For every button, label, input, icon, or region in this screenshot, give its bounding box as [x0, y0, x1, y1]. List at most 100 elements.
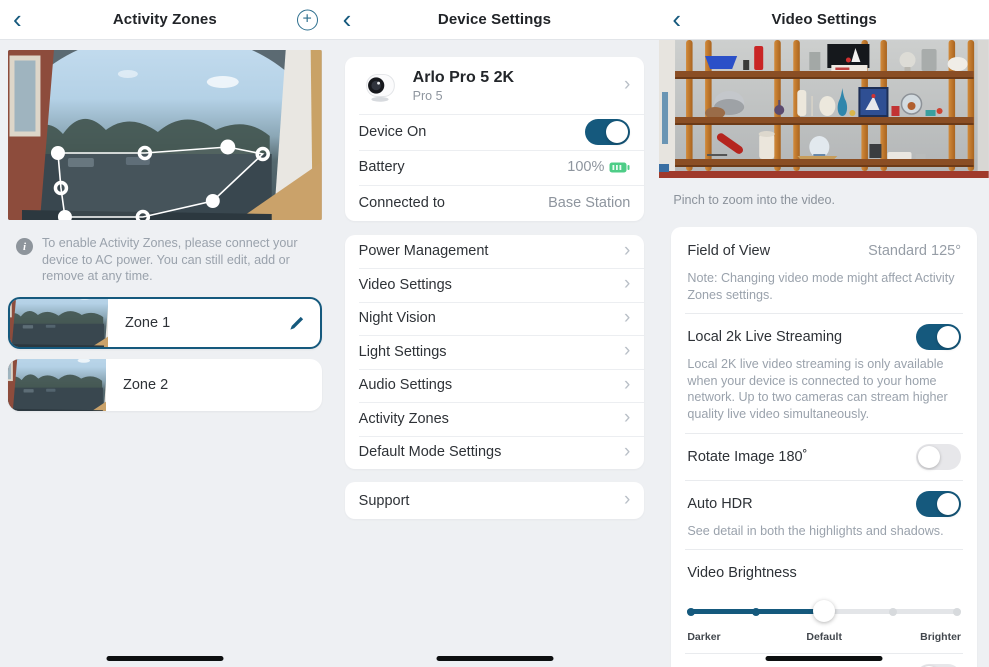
rotate-image-section: Rotate Image 180˚ — [671, 433, 977, 480]
battery-icon — [609, 162, 630, 173]
chevron-right-icon: › — [624, 75, 630, 96]
device-info: Arlo Pro 5 2K Pro 5 — [413, 69, 612, 103]
auto-hdr-toggle[interactable] — [916, 491, 961, 517]
slider-tick — [687, 608, 695, 616]
zone-label: Zone 1 — [125, 315, 288, 331]
menu-item-light-settings[interactable]: Light Settings › — [345, 335, 645, 369]
home-indicator[interactable] — [436, 656, 553, 661]
menu-item-night-vision[interactable]: Night Vision › — [345, 302, 645, 336]
local-streaming-description: Local 2K live video streaming is only av… — [687, 356, 961, 422]
back-icon[interactable]: ‹ — [672, 5, 681, 31]
connected-to-label: Connected to — [359, 195, 445, 211]
battery-value: 100% — [567, 159, 604, 175]
brightness-min-label: Darker — [687, 631, 720, 643]
info-icon: i — [16, 238, 33, 255]
device-on-row: Device On — [345, 114, 645, 150]
chevron-right-icon: › — [624, 375, 630, 396]
local-streaming-toggle[interactable] — [916, 324, 961, 350]
menu-item-label: Power Management — [359, 243, 489, 259]
local-streaming-label: Local 2k Live Streaming — [687, 329, 842, 345]
chevron-right-icon: › — [624, 490, 630, 511]
panel-device-settings: ‹ Device Settings Arlo Pro 5 2K Pro 5 — [330, 0, 660, 667]
live-video-preview[interactable] — [659, 40, 989, 178]
field-of-view-section: Field of View Standard 125° Note: Changi… — [671, 227, 977, 313]
panel-activity-zones: ‹ Activity Zones + i — [0, 0, 330, 667]
video-brightness-section: Video Brightness Darker Default Brighter — [671, 549, 977, 653]
chevron-right-icon: › — [624, 241, 630, 262]
panel-video-settings: ‹ Video Settings Pinch to zoom into the … — [659, 0, 989, 667]
slider-tick — [953, 608, 961, 616]
menu-item-label: Video Settings — [359, 277, 452, 293]
auto-hdr-label: Auto HDR — [687, 496, 752, 512]
battery-label: Battery — [359, 159, 405, 175]
navbar-activity-zones: ‹ Activity Zones + — [0, 0, 330, 40]
activity-zones-info: i To enable Activity Zones, please conne… — [0, 220, 330, 297]
menu-item-support[interactable]: Support › — [345, 482, 645, 519]
slider-tick — [889, 608, 897, 616]
chevron-right-icon: › — [624, 442, 630, 463]
connected-to-value: Base Station — [548, 195, 630, 211]
menu-item-label: Audio Settings — [359, 377, 453, 393]
add-zone-icon[interactable]: + — [297, 9, 318, 30]
support-card: Support › — [345, 482, 645, 519]
zone-card-2[interactable]: Zone 2 — [8, 359, 322, 411]
camera-device-icon — [359, 65, 401, 107]
menu-item-label: Night Vision — [359, 310, 436, 326]
zone-handle[interactable] — [220, 140, 235, 155]
device-row[interactable]: Arlo Pro 5 2K Pro 5 › — [345, 57, 645, 114]
menu-item-label: Light Settings — [359, 344, 447, 360]
menu-item-video-settings[interactable]: Video Settings › — [345, 268, 645, 302]
settings-menu-card: Power Management › Video Settings › Nigh… — [345, 235, 645, 470]
menu-item-audio-settings[interactable]: Audio Settings › — [345, 369, 645, 403]
page-title: Device Settings — [438, 11, 551, 28]
back-icon[interactable]: ‹ — [13, 5, 22, 31]
field-of-view-value[interactable]: Standard 125° — [868, 243, 961, 259]
local-streaming-section: Local 2k Live Streaming Local 2K live vi… — [671, 313, 977, 432]
chevron-right-icon: › — [624, 274, 630, 295]
menu-item-activity-zones[interactable]: Activity Zones › — [345, 402, 645, 436]
zone-handle[interactable] — [51, 146, 65, 160]
zone-card-1[interactable]: Zone 1 — [8, 297, 322, 349]
zone-handle[interactable] — [206, 194, 220, 208]
device-name: Arlo Pro 5 2K — [413, 69, 612, 87]
auto-hdr-description: See detail in both the highlights and sh… — [687, 523, 961, 540]
camera-preview-image — [8, 50, 322, 220]
slider-tick — [752, 608, 760, 616]
home-indicator[interactable] — [106, 656, 223, 661]
battery-row: Battery 100% — [345, 150, 645, 186]
auto-hdr-section: Auto HDR See detail in both the highligh… — [671, 480, 977, 550]
device-on-toggle[interactable] — [585, 119, 630, 145]
navbar-video-settings: ‹ Video Settings — [659, 0, 989, 40]
field-of-view-label: Field of View — [687, 243, 770, 259]
field-of-view-note: Note: Changing video mode might affect A… — [687, 270, 961, 303]
app: ‹ Activity Zones + i — [0, 0, 989, 667]
connected-to-row: Connected to Base Station — [345, 185, 645, 221]
video-brightness-label: Video Brightness — [687, 565, 796, 581]
chevron-right-icon: › — [624, 308, 630, 329]
edit-icon[interactable] — [288, 315, 305, 332]
page-title: Activity Zones — [113, 11, 217, 28]
pinch-hint: Pinch to zoom into the video. — [659, 178, 989, 207]
slider-thumb[interactable] — [813, 600, 835, 622]
menu-item-label: Default Mode Settings — [359, 444, 502, 460]
navbar-device-settings: ‹ Device Settings — [330, 0, 660, 40]
rotate-image-toggle[interactable] — [916, 444, 961, 470]
chevron-right-icon: › — [624, 341, 630, 362]
brightness-max-label: Brighter — [920, 631, 961, 643]
menu-item-default-mode-settings[interactable]: Default Mode Settings › — [345, 436, 645, 470]
brightness-mid-label: Default — [806, 631, 842, 643]
menu-item-label: Activity Zones — [359, 411, 449, 427]
device-on-label: Device On — [359, 124, 427, 140]
brightness-slider[interactable] — [687, 600, 961, 622]
menu-item-power-management[interactable]: Power Management › — [345, 235, 645, 269]
camera-preview[interactable] — [8, 50, 322, 220]
zone-thumbnail — [10, 299, 108, 347]
zone-label: Zone 2 — [123, 377, 322, 393]
zone-thumbnail — [8, 359, 106, 411]
rotate-image-label: Rotate Image 180˚ — [687, 449, 807, 465]
chevron-right-icon: › — [624, 408, 630, 429]
info-text: To enable Activity Zones, please connect… — [42, 235, 314, 285]
back-icon[interactable]: ‹ — [343, 5, 352, 31]
home-indicator[interactable] — [766, 656, 883, 661]
page-title: Video Settings — [772, 11, 877, 28]
